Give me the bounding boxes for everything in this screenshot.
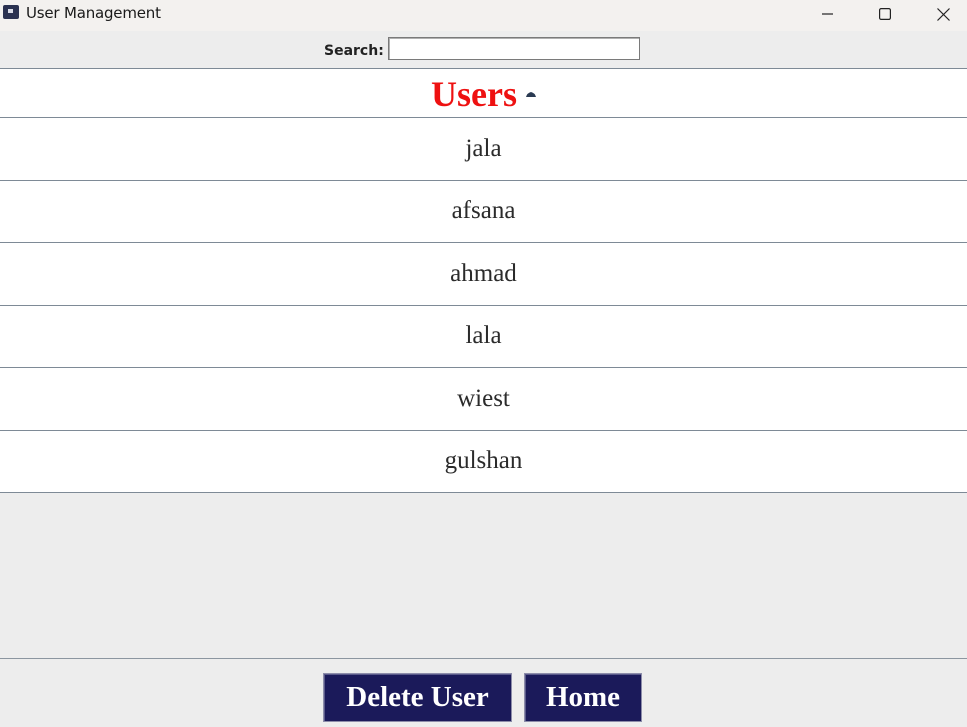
maximize-button[interactable] [860,0,910,28]
close-icon [936,7,950,21]
list-item[interactable]: gulshan [0,431,967,493]
list-item[interactable]: ahmad [0,243,967,306]
maximize-icon [879,8,891,20]
users-header-title: Users [431,74,517,114]
list-item[interactable]: jala [0,118,967,181]
footer-divider [0,658,967,659]
list-item[interactable]: afsana [0,181,967,243]
close-button[interactable] [918,0,967,28]
minimize-icon [822,13,833,15]
window-title: User Management [26,4,161,22]
app-window-icon [3,5,19,19]
users-list: Users jala afsana ahmad lala wiest gulsh… [0,68,967,493]
minimize-button[interactable] [803,0,853,28]
search-input[interactable] [388,37,640,60]
sort-ascending-icon [525,91,536,97]
search-bar: Search: [0,31,967,68]
home-button[interactable]: Home [524,673,642,722]
title-bar: User Management [0,0,967,31]
list-item[interactable]: lala [0,306,967,368]
list-item[interactable]: wiest [0,368,967,431]
delete-user-button[interactable]: Delete User [323,673,512,722]
search-label: Search: [324,43,384,59]
users-column-header[interactable]: Users [0,69,967,118]
